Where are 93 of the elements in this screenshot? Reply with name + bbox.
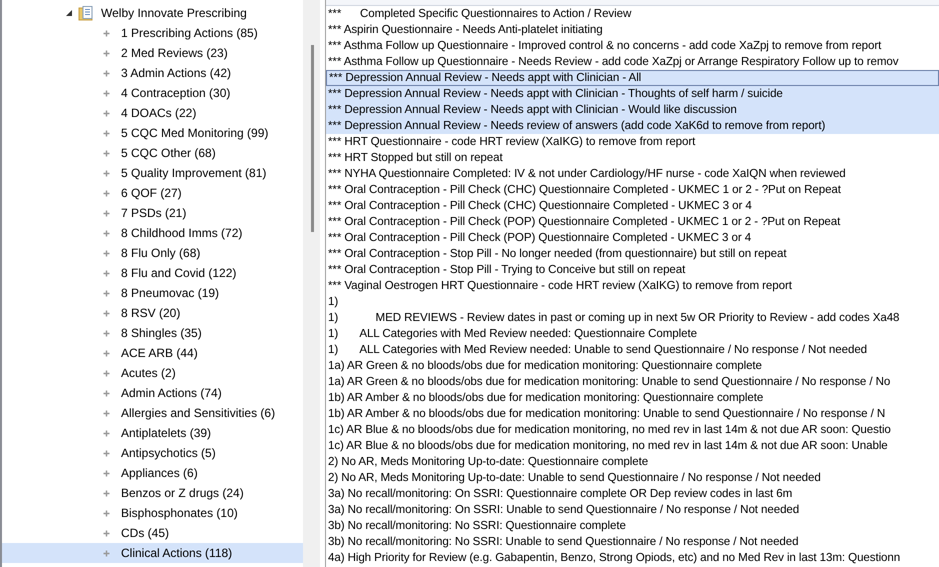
- plus-icon: [103, 410, 110, 416]
- tree-item[interactable]: 8 Flu Only (68): [2, 243, 303, 263]
- list-row[interactable]: 1b) AR Amber & no bloods/obs due for medication monitoring: Questionnaire complete: [326, 390, 939, 406]
- plus-icon: [103, 530, 110, 536]
- list-row[interactable]: 3a) No recall/monitoring: On SSRI: Unable to send Questionnaire / No response / Not needed: [326, 502, 939, 518]
- tree-item[interactable]: Antiplatelets (39): [2, 423, 303, 443]
- list-row[interactable]: *** HRT Questionnaire - code HRT review (XaIKG) to remove from report: [326, 134, 939, 150]
- list-row[interactable]: *** Oral Contraception - Stop Pill - Trying to Conceive but still on repeat: [326, 262, 939, 278]
- plus-icon: [103, 30, 110, 36]
- tree-item[interactable]: Bisphosphonates (10): [2, 503, 303, 523]
- tree-item[interactable]: 5 Quality Improvement (81): [2, 163, 303, 183]
- tree-item[interactable]: Allergies and Sensitivities (6): [2, 403, 303, 423]
- list-row[interactable]: *** Oral Contraception - Pill Check (CHC) Questionnaire Completed - UKMEC 3 or 4: [326, 198, 939, 214]
- list-row[interactable]: *** Depression Annual Review - Needs appt with Clinician - Thoughts of self harm / suicide: [326, 86, 939, 102]
- tree-item[interactable]: 6 QOF (27): [2, 183, 303, 203]
- tree-item[interactable]: Clinical Actions (118): [2, 543, 303, 563]
- list-row[interactable]: 4a) High Priority for Review (e.g. Gabapentin, Benzo, Strong Opiods, etc) and no Med Rev in last 13m: Questionn: [326, 550, 939, 566]
- plus-icon: [103, 490, 110, 496]
- list-row[interactable]: 1b) AR Amber & no bloods/obs due for medication monitoring: Unable to send Questionnaire / No response / N: [326, 406, 939, 422]
- list-row[interactable]: 1c) AR Blue & no bloods/obs due for medication monitoring, no med rev in last 14m & not due AR soon: Unable: [326, 438, 939, 454]
- tree-item[interactable]: 4 Contraception (30): [2, 83, 303, 103]
- tree-item[interactable]: 7 PSDs (21): [2, 203, 303, 223]
- list-row[interactable]: 1) MED REVIEWS - Review dates in past or coming up in next 5w OR Priority to Review - add codes Xa48: [326, 310, 939, 326]
- plus-icon: [103, 450, 110, 456]
- list-row[interactable]: 1c) AR Blue & no bloods/obs due for medication monitoring, no med rev in last 14m & not due AR soon: Questio: [326, 422, 939, 438]
- list-row[interactable]: *** Aspirin Questionnaire - Needs Anti-platelet initiating: [326, 22, 939, 38]
- plus-icon: [103, 210, 110, 216]
- list-row[interactable]: *** Asthma Follow up Questionnaire - Needs Review - add code XaZpj or Arrange Respiratory Follow up to remov: [326, 54, 939, 70]
- list-row[interactable]: 2) No AR, Meds Monitoring Up-to-date: Questionnaire complete: [326, 454, 939, 470]
- tree-item[interactable]: Welby Innovate Prescribing: [101, 6, 247, 20]
- tree-item[interactable]: Antipsychotics (5): [2, 443, 303, 463]
- plus-icon: [103, 110, 110, 116]
- plus-icon: [103, 190, 110, 196]
- list-row[interactable]: *** Depression Annual Review - Needs appt with Clinician - All: [326, 70, 939, 86]
- list-row[interactable]: *** Oral Contraception - Pill Check (CHC) Questionnaire Completed - UKMEC 1 or 2 - ?Put on Repeat: [326, 182, 939, 198]
- tree-item[interactable]: CDs (45): [2, 523, 303, 543]
- tree-item[interactable]: 5 CQC Med Monitoring (99): [2, 123, 303, 143]
- plus-icon: [103, 270, 110, 276]
- tree-item[interactable]: Benzos or Z drugs (24): [2, 483, 303, 503]
- tree-item[interactable]: Appliances (6): [2, 463, 303, 483]
- list-row[interactable]: *** Oral Contraception - Pill Check (POP) Questionnaire Completed - UKMEC 1 or 2 - ?Put on Repeat: [326, 214, 939, 230]
- list-row[interactable]: 2) No AR, Meds Monitoring Up-to-date: Unable to send Questionnaire / No response / Not needed: [326, 470, 939, 486]
- list-row[interactable]: 1): [326, 294, 939, 310]
- tree-item[interactable]: 8 Childhood Imms (72): [2, 223, 303, 243]
- list-row[interactable]: 1a) AR Green & no bloods/obs due for medication monitoring: Questionnaire complete: [326, 358, 939, 374]
- list-row[interactable]: 3b) No recall/monitoring: No SSRI: Unable to send Questionnaire / No response / Not needed: [326, 534, 939, 550]
- tree-item[interactable]: 8 Pneumovac (19): [2, 283, 303, 303]
- scrollbar-thumb[interactable]: [311, 45, 314, 232]
- tree-item[interactable]: 5 CQC Other (68): [2, 143, 303, 163]
- tree-item[interactable]: 2 Med Reviews (23): [2, 43, 303, 63]
- tree-item[interactable]: ACE ARB (44): [2, 343, 303, 363]
- plus-icon: [103, 230, 110, 236]
- list-row[interactable]: *** NYHA Questionnaire Completed: IV & not under Cardiology/HF nurse - code XaIQN when reviewed: [326, 166, 939, 182]
- plus-icon: [103, 150, 110, 156]
- list-row[interactable]: *** Asthma Follow up Questionnaire - Improved control & no concerns - add code XaZpj to remove from report: [326, 38, 939, 54]
- plus-icon: [103, 350, 110, 356]
- plus-icon: [103, 130, 110, 136]
- plus-icon: [103, 50, 110, 56]
- list-row[interactable]: *** Depression Annual Review - Needs review of answers (add code XaK6d to remove from report): [326, 118, 939, 134]
- plus-icon: [103, 290, 110, 296]
- tree-item[interactable]: 1 Prescribing Actions (85): [2, 23, 303, 43]
- tree-item[interactable]: Acutes (2): [2, 363, 303, 383]
- tree-item[interactable]: 8 Flu and Covid (122): [2, 263, 303, 283]
- expand-triangle-icon[interactable]: [65, 9, 73, 17]
- plus-icon: [103, 510, 110, 516]
- list-row[interactable]: *** Completed Specific Questionnaires to Action / Review: [326, 6, 939, 22]
- list-row[interactable]: *** Oral Contraception - Pill Check (POP) Questionnaire Completed - UKMEC 3 or 4: [326, 230, 939, 246]
- list-row[interactable]: 1a) AR Green & no bloods/obs due for medication monitoring: Unable to send Questionnaire / No response / No: [326, 374, 939, 390]
- plus-icon: [103, 550, 110, 556]
- list-row[interactable]: *** HRT Stopped but still on repeat: [326, 150, 939, 166]
- tree-item[interactable]: Admin Actions (74): [2, 383, 303, 403]
- plus-icon: [103, 470, 110, 476]
- plus-icon: [103, 90, 110, 96]
- tree-item[interactable]: 4 DOACs (22): [2, 103, 303, 123]
- plus-icon: [103, 430, 110, 436]
- list-row[interactable]: *** Vaginal Oestrogen HRT Questionnaire - code HRT review (XaIKG) to remove from report: [326, 278, 939, 294]
- list-row[interactable]: *** Oral Contraception - Stop Pill - No longer needed (from questionnaire) but still on repeat: [326, 246, 939, 262]
- list-row[interactable]: *** Depression Annual Review - Needs appt with Clinician - Would like discussion: [326, 102, 939, 118]
- plus-icon: [103, 250, 110, 256]
- list-row[interactable]: 3b) No recall/monitoring: No SSRI: Questionnaire complete: [326, 518, 939, 534]
- tree-item[interactable]: 3 Admin Actions (42): [2, 63, 303, 83]
- list-row[interactable]: 1) ALL Categories with Med Review needed: Questionnaire Complete: [326, 326, 939, 342]
- plus-icon: [103, 370, 110, 376]
- tree-item[interactable]: 8 RSV (20): [2, 303, 303, 323]
- plus-icon: [103, 330, 110, 336]
- folder-icon: [78, 5, 94, 21]
- plus-icon: [103, 170, 110, 176]
- plus-icon: [103, 70, 110, 76]
- tree-item[interactable]: 8 Shingles (35): [2, 323, 303, 343]
- plus-icon: [103, 310, 110, 316]
- plus-icon: [103, 390, 110, 396]
- list-row[interactable]: 1) ALL Categories with Med Review needed: Unable to send Questionnaire / No response / Not needed: [326, 342, 939, 358]
- list-row[interactable]: 3a) No recall/monitoring: On SSRI: Questionnaire complete OR Dep review codes in last 6m: [326, 486, 939, 502]
